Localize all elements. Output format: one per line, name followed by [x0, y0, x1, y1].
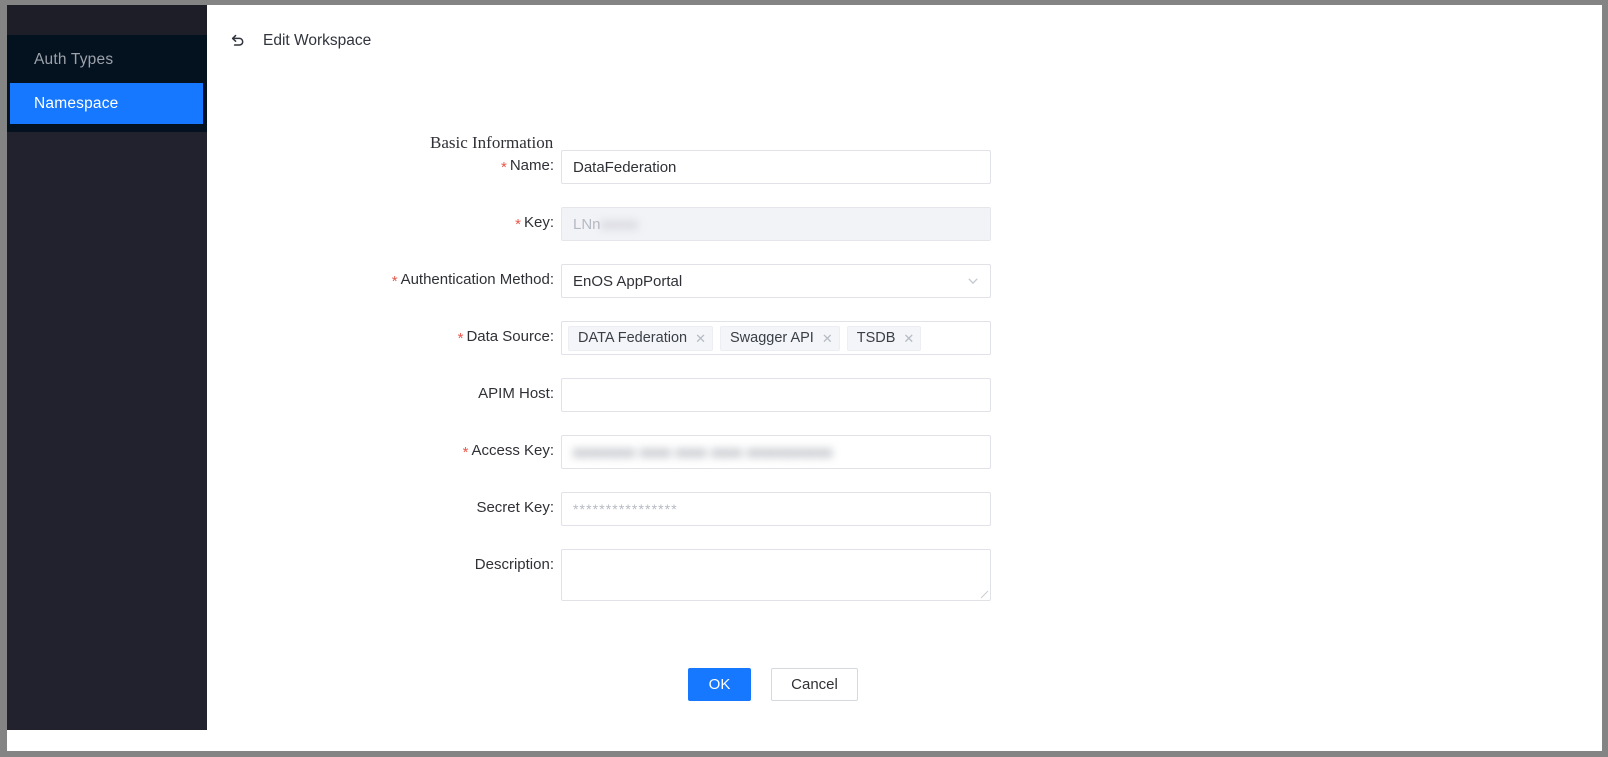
form-row-secret-key: Secret Key: ****************	[207, 492, 1602, 549]
label-text: Data Source:	[466, 328, 554, 345]
main-content: Edit Workspace Basic Information *Name: …	[207, 5, 1602, 751]
tag-label: DATA Federation	[578, 330, 687, 346]
label-text: APIM Host:	[478, 385, 554, 402]
required-asterisk: *	[501, 159, 507, 176]
sidebar-item-namespace[interactable]: Namespace	[10, 83, 203, 124]
key-input-value: LNn	[573, 216, 601, 233]
page-title: Edit Workspace	[263, 32, 371, 50]
ok-button[interactable]: OK	[688, 668, 751, 701]
authentication-method-value: EnOS AppPortal	[573, 273, 682, 290]
form-row-access-key: *Access Key: xxxxxxxx xxxx xxxx xxxx xxx…	[207, 435, 1602, 492]
tag-item[interactable]: Swagger API ✕	[720, 326, 840, 351]
access-key-input[interactable]: xxxxxxxx xxxx xxxx xxxx xxxxxxxxxxx	[561, 435, 991, 469]
authentication-method-select[interactable]: EnOS AppPortal	[561, 264, 991, 298]
label-name: *Name:	[501, 157, 554, 174]
screenshot-frame: Auth Types Namespace Edit Workspace Basi…	[0, 0, 1608, 757]
label-key: *Key:	[515, 214, 554, 231]
required-asterisk: *	[515, 216, 521, 233]
access-key-redacted: xxxxxxxx xxxx xxxx xxxx xxxxxxxxxxx	[573, 444, 833, 461]
data-source-multiselect[interactable]: DATA Federation ✕ Swagger API ✕ TSDB ✕	[561, 321, 991, 355]
form-row-key: *Key: LNn xxxxx	[207, 207, 1602, 264]
secret-key-placeholder: ****************	[573, 501, 678, 517]
label-authentication-method: *Authentication Method:	[392, 271, 554, 288]
tag-label: TSDB	[857, 330, 896, 346]
apim-host-input[interactable]	[561, 378, 991, 412]
label-text: Key:	[524, 214, 554, 231]
label-apim-host: APIM Host:	[478, 385, 554, 402]
label-access-key: *Access Key:	[463, 442, 554, 459]
close-icon[interactable]: ✕	[903, 332, 914, 345]
label-secret-key: Secret Key:	[476, 499, 554, 516]
form-row-description: Description:	[207, 549, 1602, 606]
close-icon[interactable]: ✕	[822, 332, 833, 345]
sidebar-item-label: Namespace	[34, 95, 119, 113]
description-textarea[interactable]	[561, 549, 991, 601]
resize-handle-icon[interactable]	[979, 589, 989, 599]
label-text: Secret Key:	[476, 499, 554, 516]
form-actions: OK Cancel	[207, 668, 1602, 701]
form-row-apim-host: APIM Host:	[207, 378, 1602, 435]
secret-key-input[interactable]: ****************	[561, 492, 991, 526]
app-window: Auth Types Namespace Edit Workspace Basi…	[7, 5, 1602, 751]
label-text: Authentication Method:	[401, 271, 554, 288]
workspace-form: *Name: DataFederation *Key: LNn xxxxx	[207, 150, 1602, 606]
required-asterisk: *	[392, 273, 398, 290]
tag-label: Swagger API	[730, 330, 814, 346]
form-row-authentication-method: *Authentication Method: EnOS AppPortal	[207, 264, 1602, 321]
sidebar-nav-group: Auth Types Namespace	[7, 35, 207, 132]
required-asterisk: *	[463, 444, 469, 461]
required-asterisk: *	[458, 330, 464, 347]
tag-item[interactable]: TSDB ✕	[847, 326, 922, 351]
sidebar-group-title: Auth Types	[34, 51, 113, 69]
undo-arrow-icon[interactable]	[229, 33, 246, 50]
page-header: Edit Workspace	[207, 27, 371, 55]
sidebar: Auth Types Namespace	[7, 5, 207, 730]
label-text: Access Key:	[471, 442, 554, 459]
tag-item[interactable]: DATA Federation ✕	[568, 326, 713, 351]
form-row-data-source: *Data Source: DATA Federation ✕ Swagger …	[207, 321, 1602, 378]
label-data-source: *Data Source:	[458, 328, 554, 345]
name-input[interactable]: DataFederation	[561, 150, 991, 184]
label-text: Name:	[510, 157, 554, 174]
name-input-value: DataFederation	[573, 159, 676, 176]
label-text: Description:	[475, 556, 554, 573]
form-row-name: *Name: DataFederation	[207, 150, 1602, 207]
close-icon[interactable]: ✕	[695, 332, 706, 345]
sidebar-top-strip	[7, 5, 207, 35]
label-description: Description:	[475, 556, 554, 573]
chevron-down-icon	[967, 275, 979, 287]
key-input: LNn xxxxx	[561, 207, 991, 241]
cancel-button[interactable]: Cancel	[771, 668, 858, 701]
key-input-redacted: xxxxx	[601, 216, 639, 233]
